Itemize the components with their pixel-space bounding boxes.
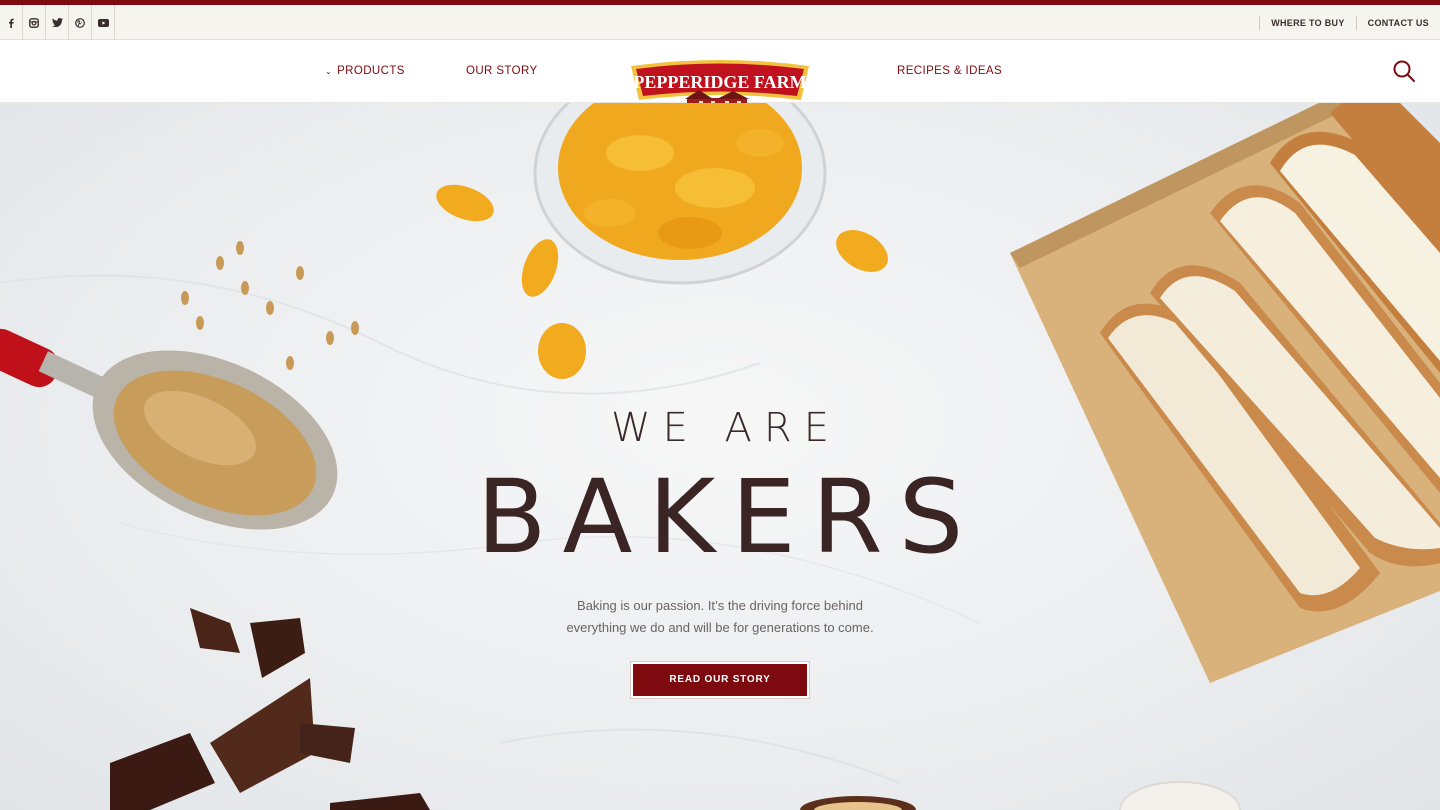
wheat-grain-scoop (0, 328, 338, 530)
goldfish-cracker-bowl (533, 103, 827, 285)
hero-description: Baking is our passion. It’s the driving … (566, 598, 874, 635)
nav-products[interactable]: ⌄ PRODUCTS (325, 65, 405, 77)
contact-us-link[interactable]: CONTACT US (1355, 15, 1440, 30)
chocolate-pieces (110, 608, 430, 810)
youtube-icon[interactable] (92, 5, 115, 40)
facebook-icon[interactable] (0, 5, 23, 40)
hero-heading: BAKERS (476, 458, 980, 577)
hero-copy: WE ARE BAKERS Baking is our passion. It’… (400, 403, 1040, 699)
hero-subheading: WE ARE (611, 405, 841, 451)
nav-our-story-label: OUR STORY (466, 65, 538, 77)
utility-bar: WHERE TO BUY CONTACT US (0, 5, 1440, 40)
instagram-icon[interactable] (23, 5, 46, 40)
nav-recipes-ideas[interactable]: RECIPES & IDEAS (897, 65, 1002, 77)
search-icon[interactable] (1392, 59, 1416, 83)
where-to-buy-link[interactable]: WHERE TO BUY (1259, 15, 1355, 30)
scattered-wheat-grains (181, 241, 359, 370)
nav-products-label: PRODUCTS (337, 65, 405, 77)
nav-our-story[interactable]: OUR STORY (466, 65, 538, 77)
social-links (0, 5, 115, 40)
bread-on-cutting-board (1010, 103, 1440, 683)
nav-recipes-ideas-label: RECIPES & IDEAS (897, 65, 1003, 77)
hero-section: WE ARE BAKERS Baking is our passion. It’… (0, 103, 1440, 810)
logo-wordmark: PEPPERIDGE FARM (633, 72, 806, 92)
read-our-story-button-frame: READ OUR STORY (630, 661, 810, 699)
twitter-icon[interactable] (46, 5, 69, 40)
pinterest-icon[interactable] (69, 5, 92, 40)
chevron-down-icon: ⌄ (325, 66, 333, 76)
bottom-baked-goods (800, 781, 1241, 810)
read-our-story-button[interactable]: READ OUR STORY (633, 664, 807, 696)
main-navigation: ⌄ PRODUCTS OUR STORY PEPPERIDGE FARM REC… (0, 40, 1440, 115)
utility-links: WHERE TO BUY CONTACT US (1259, 5, 1440, 40)
